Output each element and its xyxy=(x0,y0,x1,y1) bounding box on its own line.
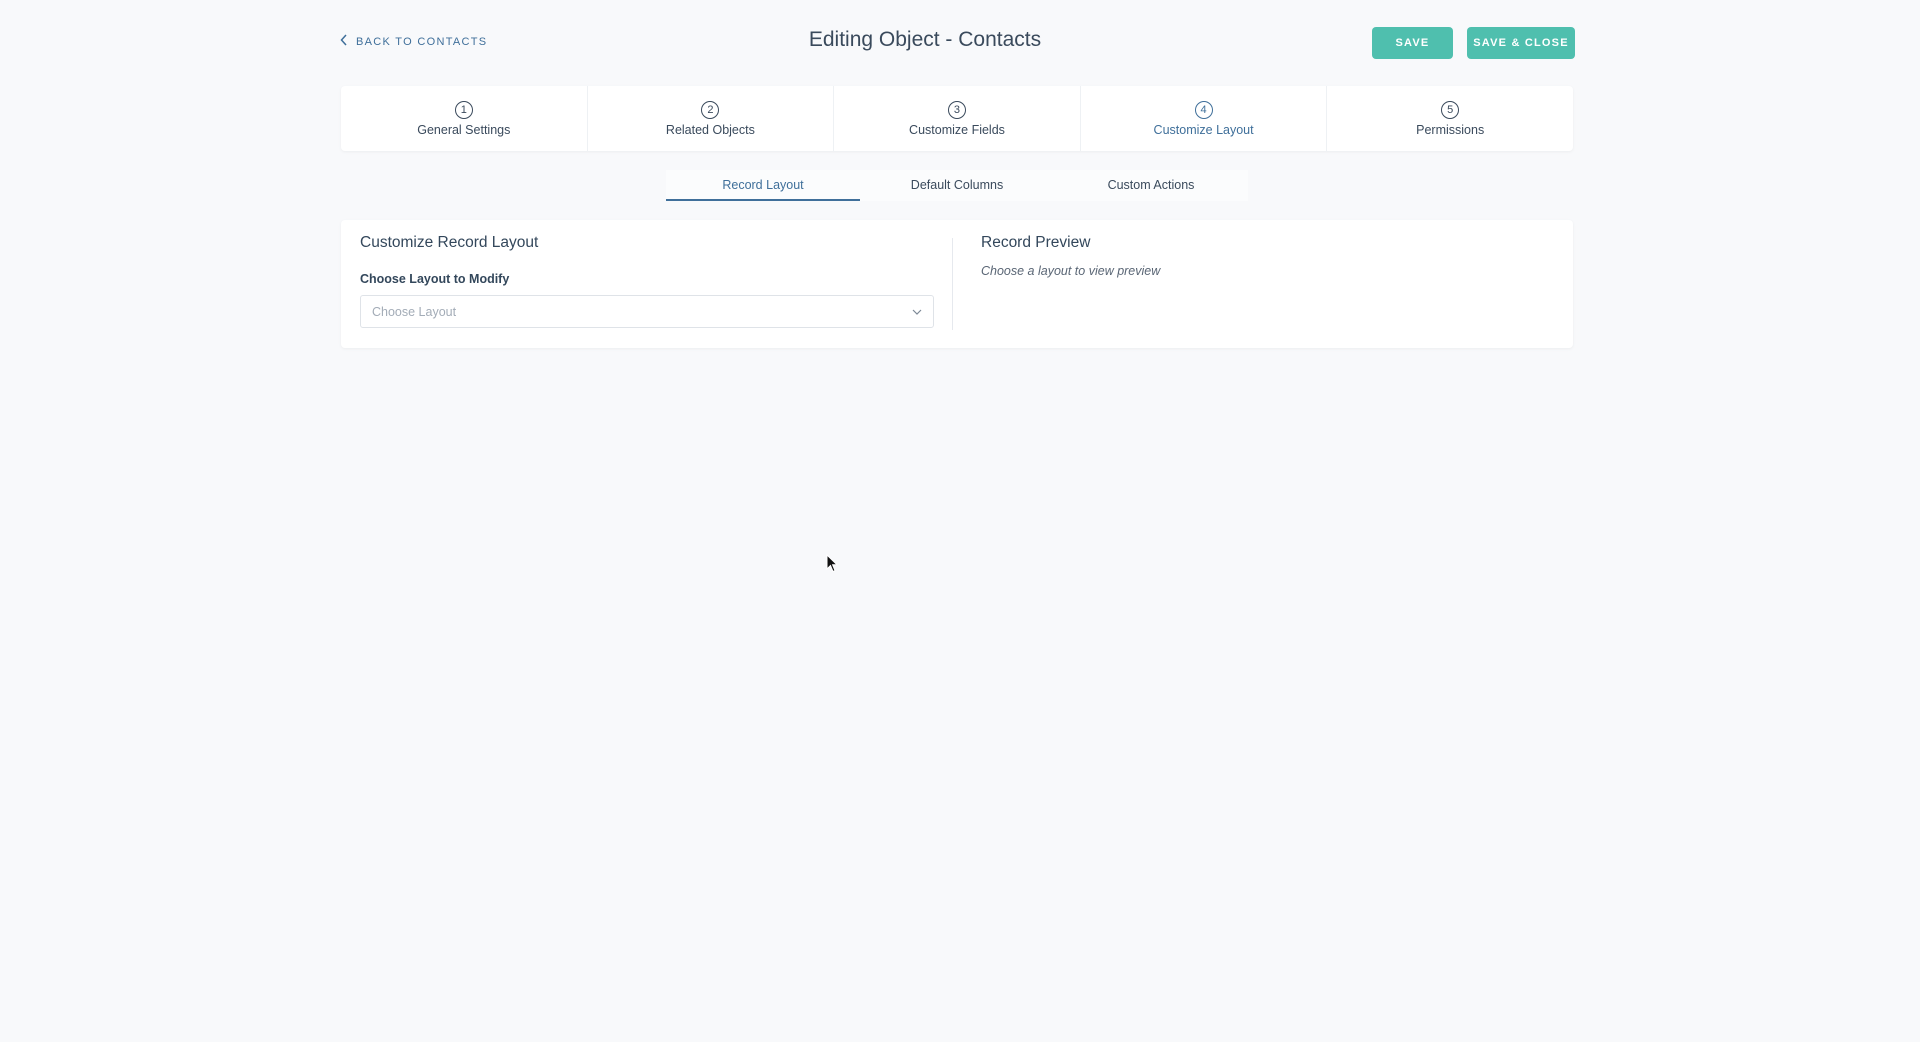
step-number: 2 xyxy=(701,100,720,119)
tab-record-layout[interactable]: Record Layout xyxy=(666,170,860,201)
mouse-cursor-icon xyxy=(826,553,839,573)
customize-record-layout-section: Customize Record Layout Choose Layout to… xyxy=(360,234,934,328)
step-label: General Settings xyxy=(417,122,511,137)
record-preview-section: Record Preview Choose a layout to view p… xyxy=(981,234,1160,278)
tab-custom-actions[interactable]: Custom Actions xyxy=(1054,170,1248,201)
step-customize-layout[interactable]: 4 Customize Layout xyxy=(1081,86,1328,151)
step-permissions[interactable]: 5 Permissions xyxy=(1327,86,1573,151)
layout-field-label: Choose Layout to Modify xyxy=(360,272,510,286)
step-number: 3 xyxy=(947,100,966,119)
chevron-down-icon xyxy=(912,309,922,315)
layout-subtabs: Record Layout Default Columns Custom Act… xyxy=(666,170,1248,201)
section-title: Record Preview xyxy=(981,234,1091,251)
panel-divider xyxy=(952,238,953,330)
step-label: Related Objects xyxy=(665,122,755,137)
step-customize-fields[interactable]: 3 Customize Fields xyxy=(834,86,1081,151)
page: BACK TO CONTACTS Editing Object - Contac… xyxy=(0,0,1920,1042)
tab-default-columns[interactable]: Default Columns xyxy=(860,170,1054,201)
step-general-settings[interactable]: 1 General Settings xyxy=(341,86,588,151)
select-placeholder: Choose Layout xyxy=(372,304,457,319)
wizard-steps: 1 General Settings 2 Related Objects 3 C… xyxy=(341,86,1573,151)
step-number: 5 xyxy=(1441,100,1460,119)
step-number: 1 xyxy=(454,100,473,119)
save-button[interactable]: SAVE xyxy=(1372,27,1453,59)
step-label: Customize Fields xyxy=(909,122,1005,137)
step-related-objects[interactable]: 2 Related Objects xyxy=(588,86,835,151)
layout-select[interactable]: Choose Layout xyxy=(360,295,934,328)
step-label: Permissions xyxy=(1416,122,1485,137)
save-and-close-button[interactable]: SAVE & CLOSE xyxy=(1467,27,1575,59)
step-number: 4 xyxy=(1194,100,1213,119)
section-title: Customize Record Layout xyxy=(360,234,539,251)
step-label: Customize Layout xyxy=(1153,122,1254,137)
preview-hint: Choose a layout to view preview xyxy=(981,264,1161,278)
layout-panel: Customize Record Layout Choose Layout to… xyxy=(341,220,1573,348)
